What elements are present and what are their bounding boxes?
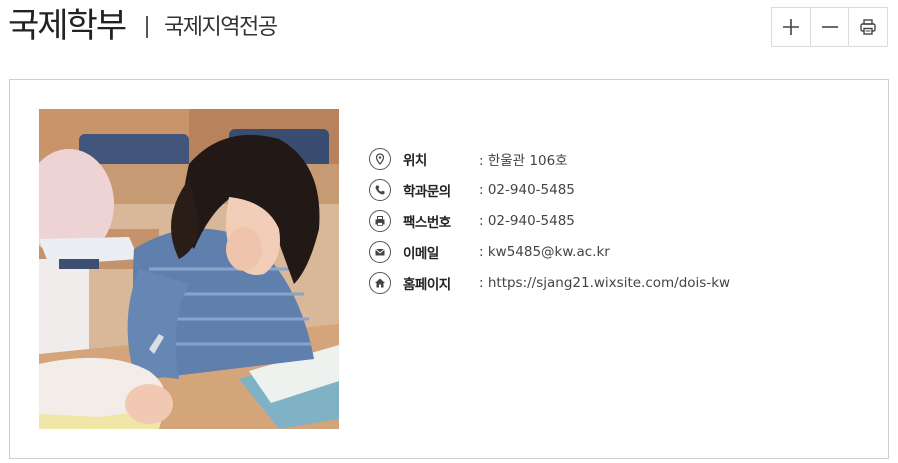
plus-icon <box>782 19 799 35</box>
department-photo <box>39 109 339 429</box>
zoom-out-button[interactable] <box>809 8 849 46</box>
print-button[interactable] <box>848 8 888 46</box>
page-header: 국제학부 국제지역전공 <box>0 0 898 60</box>
info-row-phone: 학과문의 : 02-940-5485 <box>369 174 730 205</box>
page-subtitle: 국제지역전공 <box>164 15 278 40</box>
info-row-email: 이메일 : kw5485@kw.ac.kr <box>369 236 730 267</box>
info-value: : 02-940-5485 <box>479 212 575 229</box>
info-label: 홈페이지 <box>403 276 451 293</box>
minus-icon <box>821 26 838 28</box>
location-pin-icon <box>369 147 391 170</box>
printer-icon <box>860 19 876 35</box>
info-row-location: 위치 : 한울관 106호 <box>369 143 730 174</box>
homepage-link[interactable]: : https://sjang21.wixsite.com/dois-kw <box>479 275 730 291</box>
info-value: : 02-940-5485 <box>479 181 575 198</box>
home-icon <box>369 271 391 294</box>
title-divider <box>146 16 148 38</box>
toolbar <box>771 7 888 47</box>
phone-icon <box>369 178 391 201</box>
fax-icon <box>369 209 391 232</box>
info-label: 팩스번호 <box>403 214 451 231</box>
info-value: : 한울관 106호 <box>479 152 568 169</box>
page-title: 국제학부 <box>8 6 127 46</box>
department-info-card: 위치 : 한울관 106호 학과문의 : 02-940-5485 팩스번호 : … <box>9 79 889 459</box>
contact-info-list: 위치 : 한울관 106호 학과문의 : 02-940-5485 팩스번호 : … <box>369 143 730 298</box>
info-label: 이메일 <box>403 245 439 262</box>
info-label: 학과문의 <box>403 183 451 200</box>
info-value: : kw5485@kw.ac.kr <box>479 243 610 260</box>
zoom-in-button[interactable] <box>772 8 810 46</box>
info-label: 위치 <box>403 152 427 169</box>
info-row-homepage: 홈페이지 : https://sjang21.wixsite.com/dois-… <box>369 267 730 298</box>
info-row-fax: 팩스번호 : 02-940-5485 <box>369 205 730 236</box>
mail-icon <box>369 240 391 263</box>
